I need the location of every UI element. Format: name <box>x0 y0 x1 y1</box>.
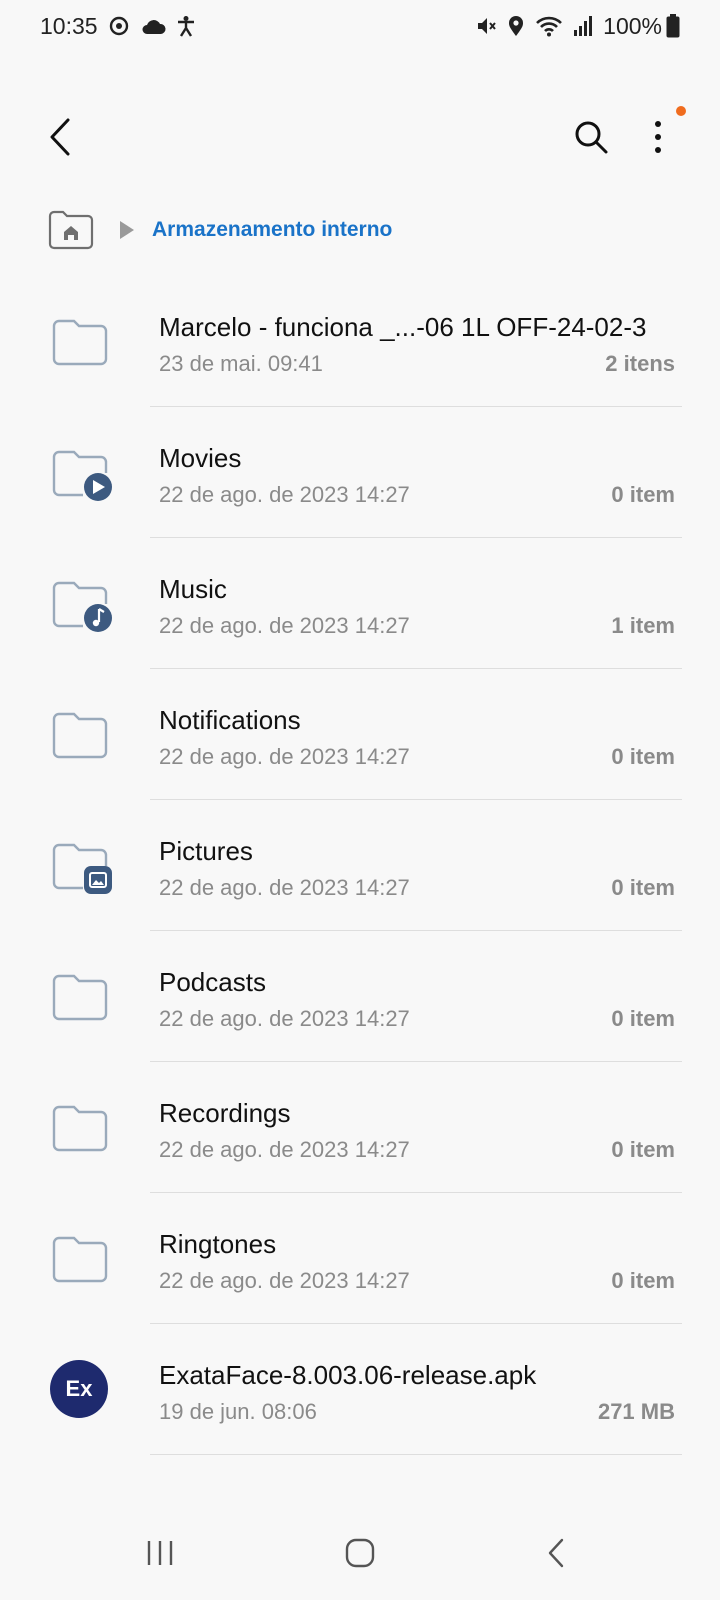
list-item[interactable]: Pictures 22 de ago. de 2023 14:27 0 item <box>0 800 720 931</box>
list-item[interactable]: Music 22 de ago. de 2023 14:27 1 item <box>0 538 720 669</box>
list-item[interactable]: Ex ExataFace-8.003.06-release.apk 19 de … <box>0 1324 720 1455</box>
signal-icon <box>573 15 593 37</box>
more-vert-icon <box>655 121 661 153</box>
file-date: 22 de ago. de 2023 14:27 <box>159 875 410 900</box>
file-name: Marcelo - funciona _...-06 1L OFF-24-02-… <box>159 312 647 342</box>
folder-icon <box>52 1105 108 1152</box>
battery-icon <box>666 14 680 38</box>
home-icon <box>345 1538 375 1568</box>
back-button[interactable] <box>38 112 82 162</box>
folder-icon <box>52 319 108 366</box>
breadcrumb: Armazenamento interno <box>48 208 392 252</box>
file-name: Podcasts <box>159 967 266 997</box>
folder-icon <box>52 712 108 759</box>
sync-icon <box>108 15 130 37</box>
file-date: 22 de ago. de 2023 14:27 <box>159 1137 410 1162</box>
back-icon <box>548 1538 564 1568</box>
folder-icon <box>52 974 108 1021</box>
folder-icon <box>52 1236 108 1283</box>
list-item[interactable]: Notifications 22 de ago. de 2023 14:27 0… <box>0 669 720 800</box>
file-count: 0 item <box>611 744 675 769</box>
mute-icon <box>475 15 497 37</box>
list-item[interactable]: Marcelo - funciona _...-06 1L OFF-24-02-… <box>0 276 720 407</box>
search-button[interactable] <box>566 112 616 162</box>
apk-icon: Ex <box>50 1360 108 1418</box>
status-bar: 10:35 100% <box>0 0 720 52</box>
file-count: 2 itens <box>605 351 675 376</box>
battery: 100% <box>603 13 680 40</box>
file-date: 22 de ago. de 2023 14:27 <box>159 1006 410 1031</box>
file-size: 271 MB <box>597 1399 675 1424</box>
file-count: 0 item <box>611 1006 675 1031</box>
search-icon <box>575 121 608 154</box>
status-time: 10:35 <box>40 12 98 39</box>
list-item[interactable]: Ringtones 22 de ago. de 2023 14:27 0 ite… <box>0 1193 720 1324</box>
home-folder-icon <box>48 210 94 250</box>
file-count: 0 item <box>611 875 675 900</box>
home-button[interactable] <box>330 1528 390 1578</box>
navigation-bar <box>0 1510 720 1600</box>
file-count: 0 item <box>611 482 675 507</box>
chevron-right-icon <box>120 221 134 239</box>
file-count: 1 item <box>611 613 675 638</box>
file-name: Pictures <box>159 836 253 866</box>
file-name: Notifications <box>159 705 301 735</box>
file-date: 22 de ago. de 2023 14:27 <box>159 744 410 769</box>
folder-video-icon <box>52 450 112 501</box>
accessibility-icon <box>176 15 196 37</box>
wifi-icon <box>535 15 563 37</box>
file-name: Recordings <box>159 1098 291 1128</box>
folder-music-icon <box>52 581 112 632</box>
breadcrumb-current[interactable]: Armazenamento interno <box>152 218 392 242</box>
status-right: 100% <box>475 13 680 40</box>
file-count: 0 item <box>611 1137 675 1162</box>
file-date: 19 de jun. 08:06 <box>159 1399 317 1424</box>
list-item[interactable]: Movies 22 de ago. de 2023 14:27 0 item <box>0 407 720 538</box>
battery-percent: 100% <box>603 12 662 39</box>
more-options-button[interactable] <box>636 112 680 162</box>
file-list: Marcelo - funciona _...-06 1L OFF-24-02-… <box>0 276 720 1455</box>
app-bar <box>0 92 720 182</box>
file-name: Movies <box>159 443 242 473</box>
file-date: 23 de mai. 09:41 <box>159 351 323 376</box>
list-item[interactable]: Recordings 22 de ago. de 2023 14:27 0 it… <box>0 1062 720 1193</box>
list-item[interactable]: Podcasts 22 de ago. de 2023 14:27 0 item <box>0 931 720 1062</box>
file-date: 22 de ago. de 2023 14:27 <box>159 613 410 638</box>
divider <box>150 1454 682 1455</box>
file-date: 22 de ago. de 2023 14:27 <box>159 1268 410 1293</box>
back-arrow-icon <box>50 118 70 156</box>
folder-image-icon <box>52 843 112 894</box>
nav-back-button[interactable] <box>526 1528 586 1578</box>
location-icon <box>507 15 525 37</box>
status-left: 10:35 <box>40 13 196 40</box>
cloud-icon <box>140 17 166 35</box>
file-date: 22 de ago. de 2023 14:27 <box>159 482 410 507</box>
breadcrumb-home[interactable] <box>48 210 94 250</box>
recent-apps-icon <box>147 1541 173 1565</box>
file-name: Ringtones <box>159 1229 277 1259</box>
file-name: Music <box>159 574 227 604</box>
file-count: 0 item <box>611 1268 675 1293</box>
recent-apps-button[interactable] <box>130 1528 190 1578</box>
file-name: ExataFace-8.003.06-release.apk <box>159 1360 537 1390</box>
notification-dot <box>676 106 686 116</box>
